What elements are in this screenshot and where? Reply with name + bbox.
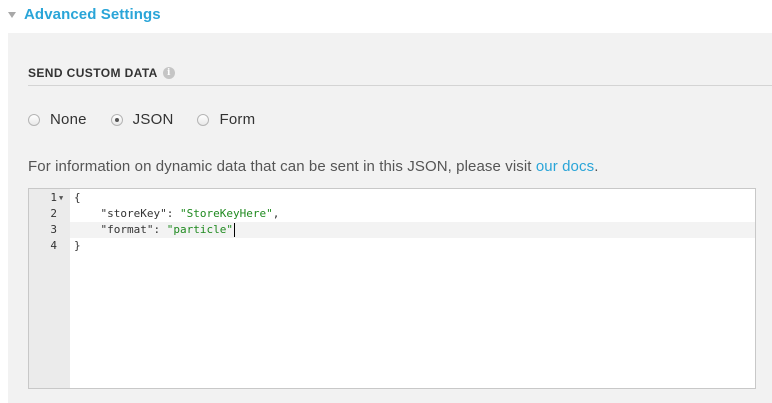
- advanced-settings-panel: SEND CUSTOM DATA i None JSON Form For in…: [8, 33, 772, 403]
- docs-link[interactable]: our docs: [536, 158, 594, 175]
- send-custom-data-title: SEND CUSTOM DATA: [28, 66, 158, 80]
- divider: [28, 85, 772, 86]
- json-sep: :: [153, 223, 167, 236]
- radio-option-none[interactable]: None: [28, 111, 87, 128]
- radio-option-json[interactable]: JSON: [110, 111, 174, 128]
- info-text-suffix: .: [594, 158, 599, 175]
- text-cursor: [233, 223, 235, 237]
- data-format-radio-group: None JSON Form: [28, 111, 279, 128]
- info-text-prefix: For information on dynamic data that can…: [28, 158, 536, 175]
- json-key: "storeKey": [100, 207, 167, 220]
- json-code-editor[interactable]: 1 ▼ { 2 "storeKey": "StoreKeyHere", 3 "f…: [28, 188, 756, 389]
- json-string-value: "StoreKeyHere": [179, 207, 273, 220]
- code-text: "format": "particle": [74, 222, 235, 238]
- code-line: 1 ▼ {: [29, 190, 755, 206]
- info-icon[interactable]: i: [162, 67, 175, 79]
- fold-arrow-icon[interactable]: ▼: [59, 190, 63, 206]
- advanced-settings-title: Advanced Settings: [24, 5, 161, 23]
- line-number: 4: [50, 239, 57, 252]
- json-key: "format": [100, 223, 154, 236]
- code-line: 2 "storeKey": "StoreKeyHere",: [29, 206, 755, 222]
- info-text: For information on dynamic data that can…: [28, 158, 598, 175]
- code-text: }: [74, 239, 81, 252]
- section-heading: SEND CUSTOM DATA i: [28, 66, 175, 80]
- code-text: "storeKey": "StoreKeyHere",: [74, 206, 280, 222]
- code-text: {: [74, 191, 81, 204]
- radio-label-form: Form: [219, 111, 256, 128]
- radio-form[interactable]: [197, 113, 210, 126]
- json-string-value: "particle": [166, 223, 233, 236]
- json-sep: :: [166, 207, 180, 220]
- radio-label-none: None: [50, 111, 87, 128]
- radio-json[interactable]: [110, 113, 123, 126]
- line-number: 1: [50, 191, 57, 204]
- code-line: 3 "format": "particle": [29, 222, 755, 238]
- radio-label-json: JSON: [132, 111, 174, 128]
- radio-option-form[interactable]: Form: [197, 111, 255, 128]
- radio-none[interactable]: [28, 113, 40, 126]
- line-number: 3: [50, 223, 57, 236]
- code-line: 4 }: [29, 238, 755, 254]
- caret-down-icon: [8, 11, 16, 18]
- line-number: 2: [50, 207, 57, 220]
- advanced-settings-toggle[interactable]: Advanced Settings: [8, 4, 161, 24]
- json-trail: ,: [272, 207, 280, 220]
